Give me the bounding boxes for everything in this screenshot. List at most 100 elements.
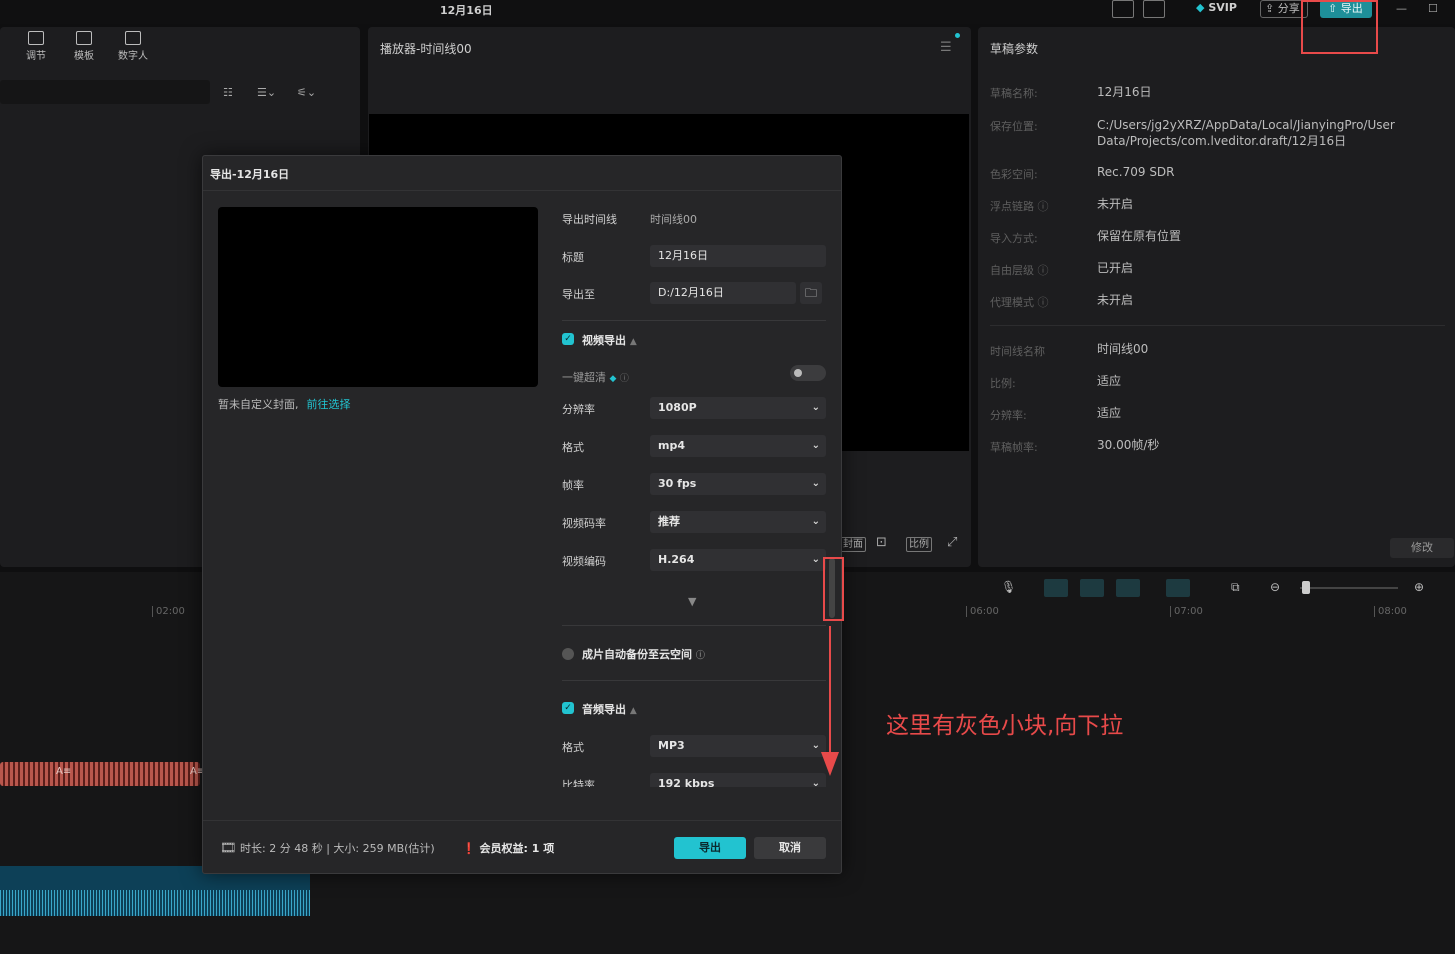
tool-adjust-label: 调节	[26, 51, 46, 62]
param-label: 分辨率:	[990, 409, 1027, 422]
export-button[interactable]: 导出	[674, 837, 746, 859]
expand-more-icon[interactable]: ▼	[688, 595, 696, 608]
audio-bitrate-value: 192 kbps	[658, 777, 715, 787]
bitrate-value: 推荐	[658, 515, 680, 528]
folder-icon[interactable]: 🗀	[800, 282, 822, 304]
app-title: 12月16日	[440, 4, 493, 17]
param-label: 时间线名称	[990, 345, 1045, 358]
audio-bitrate-select[interactable]: 192 kbps ⌄	[650, 773, 826, 787]
layout-icon[interactable]	[1112, 0, 1134, 18]
zoom-out-icon[interactable]: ⊖	[1270, 580, 1280, 594]
resolution-select[interactable]: 1080P ⌄	[650, 397, 826, 419]
cloud-backup-text: 成片自动备份至云空间	[582, 648, 692, 661]
share-label: 分享	[1277, 2, 1300, 15]
microphone-icon[interactable]: 🎙	[1001, 580, 1016, 594]
chevron-down-icon: ⌄	[811, 478, 820, 489]
chevron-down-icon: ⌄	[811, 778, 820, 787]
zoom-slider-track[interactable]	[1300, 587, 1398, 589]
divider	[562, 625, 826, 626]
timeline-tick: 06:00	[966, 606, 999, 617]
param-value: Rec.709 SDR	[1097, 165, 1175, 179]
edit-button[interactable]: 修改	[1390, 538, 1454, 558]
cover-preview[interactable]	[218, 207, 538, 387]
bitrate-label: 视频码率	[562, 517, 606, 530]
split-icon[interactable]	[1166, 579, 1190, 597]
ratio-button[interactable]: 比例	[906, 537, 932, 552]
tool-template-label: 模板	[74, 51, 94, 62]
audio-clip-tag: A≡	[56, 766, 72, 777]
search-input[interactable]	[0, 80, 210, 104]
cancel-button[interactable]: 取消	[754, 837, 826, 859]
chevron-down-icon: ⌄	[811, 554, 820, 565]
tool-digital-human-label: 数字人	[118, 51, 148, 62]
audio-export-label[interactable]: 音频导出 ▲	[582, 701, 637, 717]
notification-dot	[955, 33, 960, 38]
help-icon[interactable]: ⓘ	[620, 374, 629, 384]
param-label: 草稿名称:	[990, 87, 1038, 100]
diamond-icon: ◆	[1196, 1, 1205, 14]
param-label: 保存位置:	[990, 120, 1038, 133]
waveform	[0, 890, 310, 916]
timeline-tick: 02:00	[152, 606, 185, 617]
zoom-in-icon[interactable]: ⊕	[1414, 580, 1424, 594]
diamond-icon: ◆	[609, 374, 617, 384]
caret-up-icon: ▲	[629, 337, 637, 347]
super-res-text: 一键超清	[562, 371, 606, 384]
audio-format-select[interactable]: MP3 ⌄	[650, 735, 826, 757]
maximize-icon[interactable]: ☐	[1428, 2, 1438, 15]
sliders-icon	[28, 31, 44, 45]
bitrate-select[interactable]: 推荐 ⌄	[650, 511, 826, 533]
cover-note-text: 暂未自定义封面,	[218, 398, 299, 411]
export-path-input[interactable]: D:/12月16日	[650, 282, 796, 304]
param-value: 已开启	[1097, 261, 1134, 275]
keyboard-icon[interactable]	[1143, 0, 1165, 18]
film-icon: 🎞	[220, 841, 237, 856]
expand-icon[interactable]: ⤢	[947, 535, 957, 550]
resolution-value: 1080P	[658, 401, 697, 414]
svip-badge[interactable]: ◆ SVIP	[1196, 1, 1237, 14]
param-label: 导入方式:	[990, 232, 1038, 245]
screenshot-icon[interactable]: ⧉	[1231, 580, 1240, 595]
audio-bitrate-label: 比特率	[562, 779, 595, 787]
tool-digital-human[interactable]: 数字人	[113, 31, 153, 62]
snap-icon[interactable]	[1080, 579, 1104, 597]
zoom-slider-handle[interactable]	[1302, 581, 1310, 594]
divider	[203, 190, 841, 191]
fps-label: 帧率	[562, 479, 584, 492]
tool-adjust[interactable]: 调节	[16, 31, 56, 62]
help-icon[interactable]: ⓘ	[696, 651, 705, 661]
grid-view-icon[interactable]: ☷	[223, 86, 233, 99]
minimize-icon[interactable]: —	[1396, 2, 1407, 15]
codec-select[interactable]: H.264 ⌄	[650, 549, 826, 571]
menu-icon[interactable]: ☰	[940, 40, 952, 55]
cloud-backup-checkbox[interactable]	[562, 648, 574, 660]
cover-select-link[interactable]: 前往选择	[307, 398, 351, 411]
export-timeline-label: 导出时间线	[562, 213, 617, 226]
timeline-tick: 07:00	[1170, 606, 1203, 617]
audio-clip[interactable]	[0, 762, 200, 786]
preview-axis-icon[interactable]	[1116, 579, 1140, 597]
fps-select[interactable]: 30 fps ⌄	[650, 473, 826, 495]
video-export-checkbox[interactable]: ✓	[562, 333, 574, 345]
vip-benefits[interactable]: ❗ 会员权益: 1 项	[462, 840, 554, 856]
cloud-backup-label[interactable]: 成片自动备份至云空间 ⓘ	[582, 646, 705, 662]
link-icon[interactable]	[1044, 579, 1068, 597]
cover-button[interactable]: 封面	[840, 537, 866, 552]
vip-benefits-text: 会员权益: 1 项	[479, 842, 555, 855]
title-input[interactable]: 12月16日	[650, 245, 826, 267]
chevron-down-icon: ⌄	[811, 740, 820, 751]
fullscreen-preview-icon[interactable]: ⊡	[876, 535, 887, 550]
title-label: 标题	[562, 251, 584, 264]
annotation-arrow-line	[829, 626, 831, 756]
param-value: 时间线00	[1097, 342, 1149, 356]
video-export-label[interactable]: 视频导出 ▲	[582, 332, 637, 348]
format-select[interactable]: mp4 ⌄	[650, 435, 826, 457]
video-export-text: 视频导出	[582, 334, 626, 347]
sort-icon[interactable]: ☰⌄	[257, 86, 276, 99]
divider	[562, 680, 826, 681]
export-to-label: 导出至	[562, 288, 595, 301]
audio-export-checkbox[interactable]: ✓	[562, 702, 574, 714]
tool-template[interactable]: 模板	[64, 31, 104, 62]
filter-icon[interactable]: ⚟⌄	[297, 86, 316, 99]
export-info-text: 时长: 2 分 48 秒 | 大小: 259 MB(估计)	[240, 842, 435, 855]
